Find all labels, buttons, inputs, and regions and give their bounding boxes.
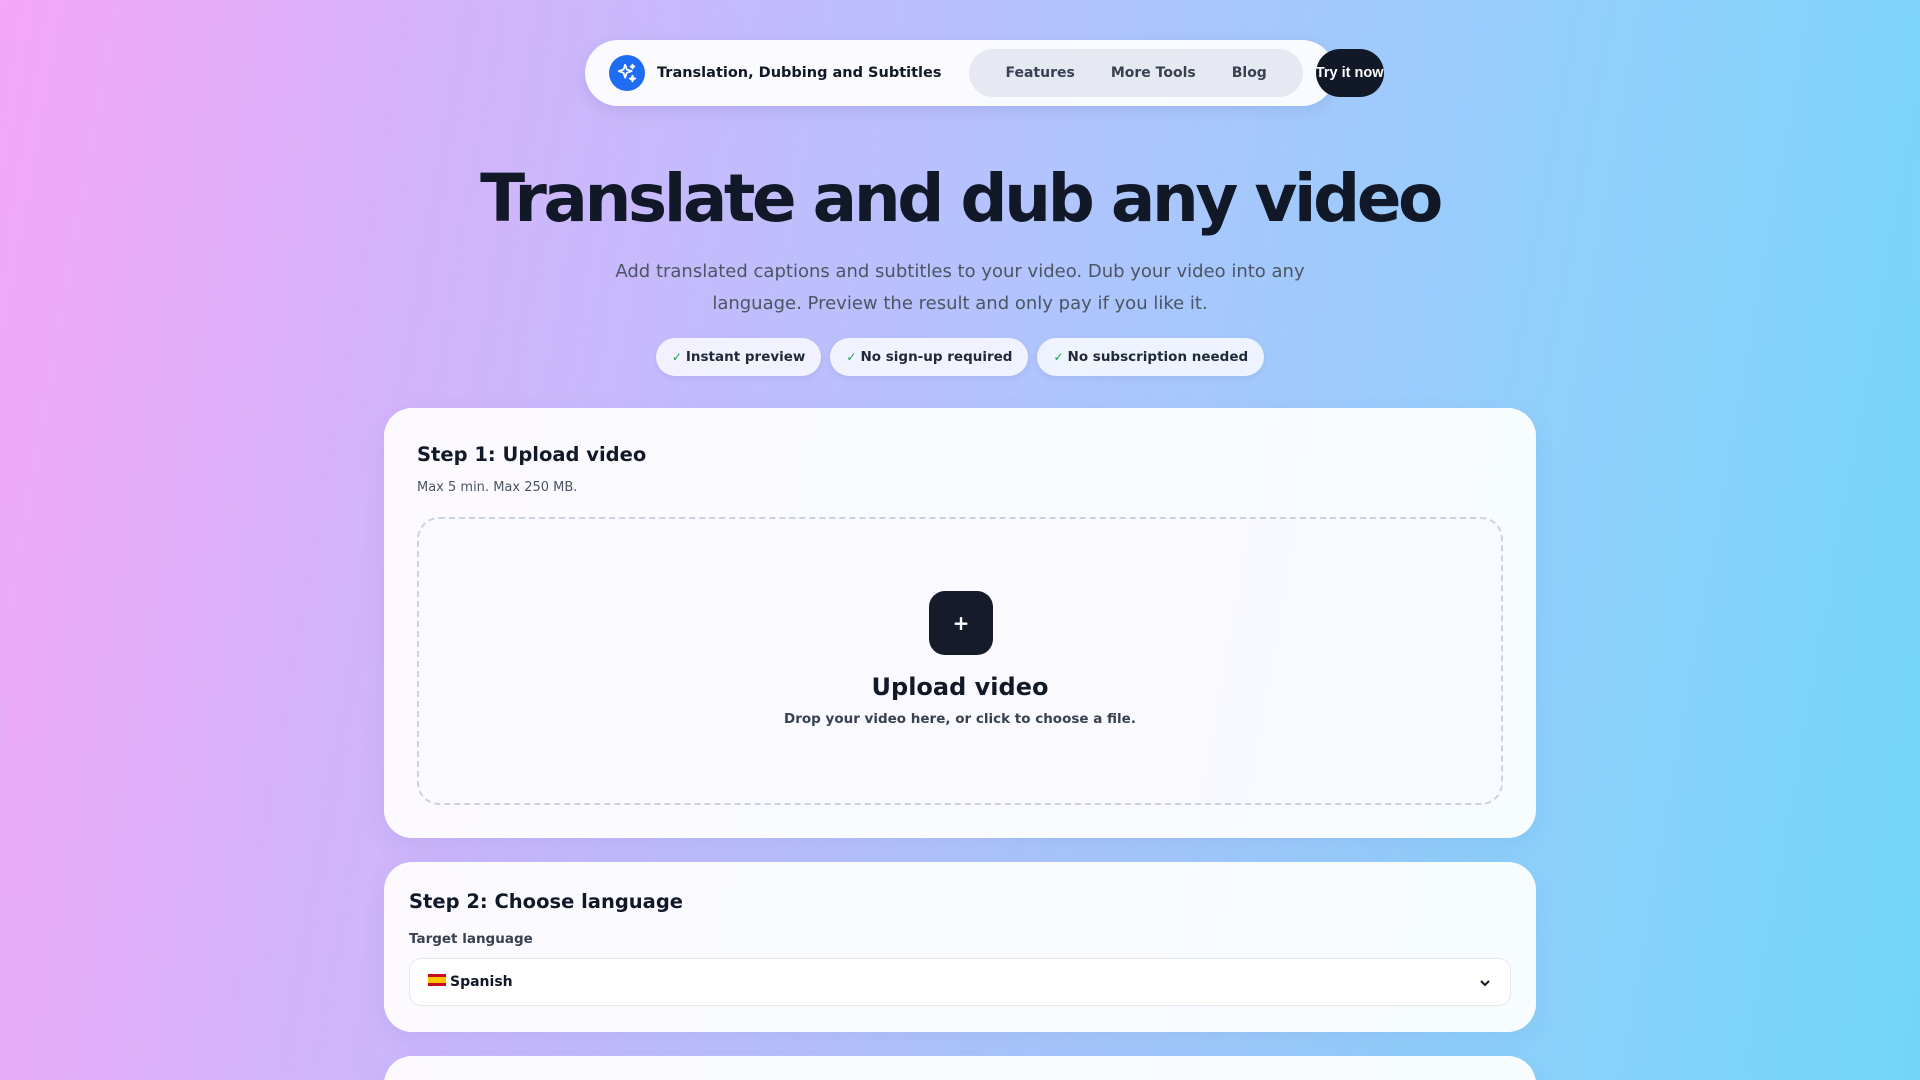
target-language-label: Target language: [409, 931, 533, 947]
step-2-title: Step 2: Choose language: [409, 890, 684, 913]
pill-label: No sign-up required: [860, 349, 1013, 365]
sparkles-icon[interactable]: [609, 55, 645, 91]
step-1-title: Step 1: Upload video: [417, 443, 647, 466]
pill-no-signup: ✓ No sign-up required: [830, 338, 1029, 376]
upload-limits-note: Max 5 min. Max 250 MB.: [417, 480, 578, 495]
check-icon: ✓: [1053, 350, 1064, 364]
page-title: Translate and dub any video: [480, 160, 1443, 237]
brand-name[interactable]: Translation, Dubbing and Subtitles: [657, 65, 941, 81]
nav-link-more-tools[interactable]: More Tools: [1093, 65, 1214, 81]
nav-link-features[interactable]: Features: [987, 65, 1092, 81]
chevron-down-icon: [1478, 975, 1492, 989]
upload-title: Upload video: [871, 673, 1049, 701]
nav-links: Features More Tools Blog: [969, 49, 1303, 97]
feature-pills: ✓ Instant preview ✓ No sign-up required …: [0, 338, 1920, 376]
selected-language: Spanish: [450, 974, 513, 990]
nav-link-blog[interactable]: Blog: [1214, 65, 1285, 81]
pill-no-subscription: ✓ No subscription needed: [1037, 338, 1265, 376]
language-card: Step 2: Choose language Target language …: [384, 862, 1536, 1032]
target-language-select[interactable]: Spanish: [409, 958, 1511, 1006]
pill-label: Instant preview: [685, 349, 806, 365]
top-nav: Translation, Dubbing and Subtitles Featu…: [585, 40, 1384, 106]
pill-instant-preview: ✓ Instant preview: [655, 338, 822, 376]
upload-card: Step 1: Upload video Max 5 min. Max 250 …: [384, 408, 1536, 838]
pill-label: No subscription needed: [1067, 349, 1249, 365]
video-dropzone[interactable]: + Upload video Drop your video here, or …: [417, 517, 1503, 805]
hero-subtitle: Add translated captions and subtitles to…: [615, 261, 1305, 314]
try-it-now-button[interactable]: Try it now: [1315, 49, 1384, 97]
upload-hint: Drop your video here, or click to choose…: [784, 711, 1136, 727]
check-icon: ✓: [846, 350, 857, 364]
next-step-card: [384, 1056, 1536, 1080]
plus-icon[interactable]: +: [929, 591, 993, 655]
spain-flag-icon: [428, 974, 446, 990]
check-icon: ✓: [671, 350, 682, 364]
